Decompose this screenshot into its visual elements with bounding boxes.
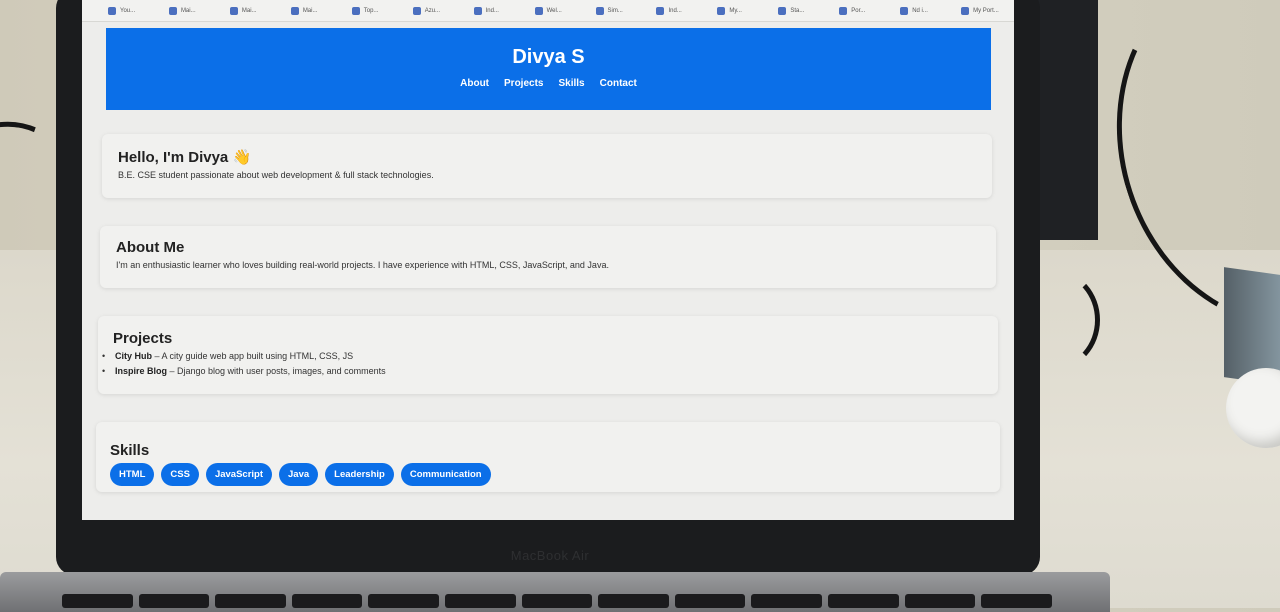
key xyxy=(138,594,210,608)
browser-tab-label: Nd i... xyxy=(912,7,928,14)
keyboard-function-row xyxy=(62,594,1052,608)
favicon-icon xyxy=(961,6,970,15)
about-section: About Me I'm an enthusiastic learner who… xyxy=(100,226,996,288)
skill-badge: Leadership xyxy=(325,463,394,486)
favicon-icon xyxy=(351,6,360,15)
about-heading: About Me xyxy=(116,239,185,256)
site-nav: About Projects Skills Contact xyxy=(106,78,991,89)
skills-list: HTML CSS JavaScript Java Leadership Comm… xyxy=(110,463,986,486)
browser-tab-label: Mai... xyxy=(302,7,318,14)
browser-tab-label: Azu... xyxy=(424,7,441,14)
projects-list: City Hub – A city guide web app built us… xyxy=(102,351,983,376)
browser-tab[interactable]: Por... xyxy=(839,0,892,21)
browser-tab-label: Sta... xyxy=(790,7,805,14)
nav-contact[interactable]: Contact xyxy=(600,78,637,89)
projects-section: Projects City Hub – A city guide web app… xyxy=(98,316,998,394)
key xyxy=(751,594,823,608)
browser-tab[interactable]: Sim... xyxy=(595,0,649,21)
list-item: City Hub – A city guide web app built us… xyxy=(102,351,983,361)
favicon-icon xyxy=(290,6,299,15)
favicon-icon xyxy=(168,6,177,15)
browser-tab[interactable]: Wel... xyxy=(534,0,588,21)
site-title: Divya S xyxy=(512,46,585,68)
key xyxy=(981,594,1052,608)
browser-tab-label: Wel... xyxy=(546,7,562,14)
browser-tab-label: Ind... xyxy=(668,7,682,14)
browser-tab[interactable]: My Port... xyxy=(961,0,1014,21)
browser-tab-label: Por... xyxy=(851,7,866,14)
background-monitor xyxy=(1030,0,1098,240)
nav-skills[interactable]: Skills xyxy=(558,78,584,89)
key xyxy=(215,594,286,608)
browser-tab[interactable]: You... xyxy=(108,0,161,21)
browser-tab[interactable]: Mai... xyxy=(229,0,283,21)
favicon-icon xyxy=(534,6,543,15)
favicon-icon xyxy=(900,6,909,15)
skill-badge: HTML xyxy=(110,463,155,486)
project-desc: – A city guide web app built using HTML,… xyxy=(152,351,354,361)
skill-badge: Communication xyxy=(400,463,491,486)
browser-tab[interactable]: Mai... xyxy=(168,0,222,21)
skill-badge: Java xyxy=(279,463,319,486)
browser-tab-label: Sim... xyxy=(607,7,623,14)
site-header: Divya S About Projects Skills Contact xyxy=(106,28,991,110)
browser-tab[interactable]: Mai... xyxy=(290,0,344,21)
browser-tab[interactable]: Top... xyxy=(351,0,405,21)
key xyxy=(521,594,593,608)
browser-tab-label: Mai... xyxy=(241,7,257,14)
project-name: Inspire Blog xyxy=(115,366,168,376)
projects-heading: Projects xyxy=(113,330,173,347)
about-text: I'm an enthusiastic learner who loves bu… xyxy=(116,260,609,270)
skills-heading: Skills xyxy=(110,442,150,459)
key xyxy=(368,594,440,608)
browser-tab-label: You... xyxy=(120,7,136,14)
browser-tab-label: My... xyxy=(729,7,742,14)
laptop-screen: You... Mai... Mai... Mai... Top... Azu... Ind.… xyxy=(82,0,1014,520)
browser-tab-bar: You... Mai... Mai... Mai... Top... Azu... Ind.… xyxy=(82,0,1014,22)
favicon-icon xyxy=(717,6,726,15)
favicon-icon xyxy=(656,6,665,15)
key xyxy=(291,594,363,608)
skill-badge: CSS xyxy=(161,463,199,486)
key xyxy=(828,594,899,608)
browser-tab[interactable]: Ind... xyxy=(656,0,709,21)
browser-tab-label: Mai... xyxy=(180,7,196,14)
browser-tab[interactable]: Sta... xyxy=(778,0,831,21)
favicon-icon xyxy=(595,6,604,15)
browser-tab[interactable]: Ind... xyxy=(473,0,527,21)
favicon-icon xyxy=(412,6,421,15)
hello-heading: Hello, I'm Divya 👋 xyxy=(118,149,252,166)
favicon-icon xyxy=(778,6,787,15)
browser-tab[interactable]: Nd i... xyxy=(900,0,953,21)
nav-projects[interactable]: Projects xyxy=(504,78,543,89)
favicon-icon xyxy=(473,6,482,15)
browser-tab[interactable]: Azu... xyxy=(412,0,466,21)
hello-section: Hello, I'm Divya 👋 B.E. CSE student pass… xyxy=(102,134,992,198)
key xyxy=(598,594,669,608)
skill-badge: JavaScript xyxy=(205,463,272,486)
key xyxy=(445,594,516,608)
project-desc: – Django blog with user posts, images, a… xyxy=(167,366,386,376)
favicon-icon xyxy=(108,6,116,15)
key xyxy=(904,594,976,608)
browser-tab-label: Top... xyxy=(363,7,379,14)
browser-tab-label: My Port... xyxy=(973,7,999,14)
key xyxy=(674,594,746,608)
skills-section: Skills HTML CSS JavaScript Java Leadersh… xyxy=(96,422,1000,492)
key xyxy=(62,594,133,608)
project-name: City Hub xyxy=(115,351,152,361)
list-item: Inspire Blog – Django blog with user pos… xyxy=(102,366,983,376)
nav-about[interactable]: About xyxy=(460,78,489,89)
favicon-icon xyxy=(839,6,848,15)
browser-tab-label: Ind... xyxy=(485,7,499,14)
hello-text: B.E. CSE student passionate about web de… xyxy=(118,170,434,180)
browser-tab[interactable]: My... xyxy=(717,0,770,21)
laptop-brand-label: MacBook Air xyxy=(510,548,590,563)
favicon-icon xyxy=(229,6,238,15)
